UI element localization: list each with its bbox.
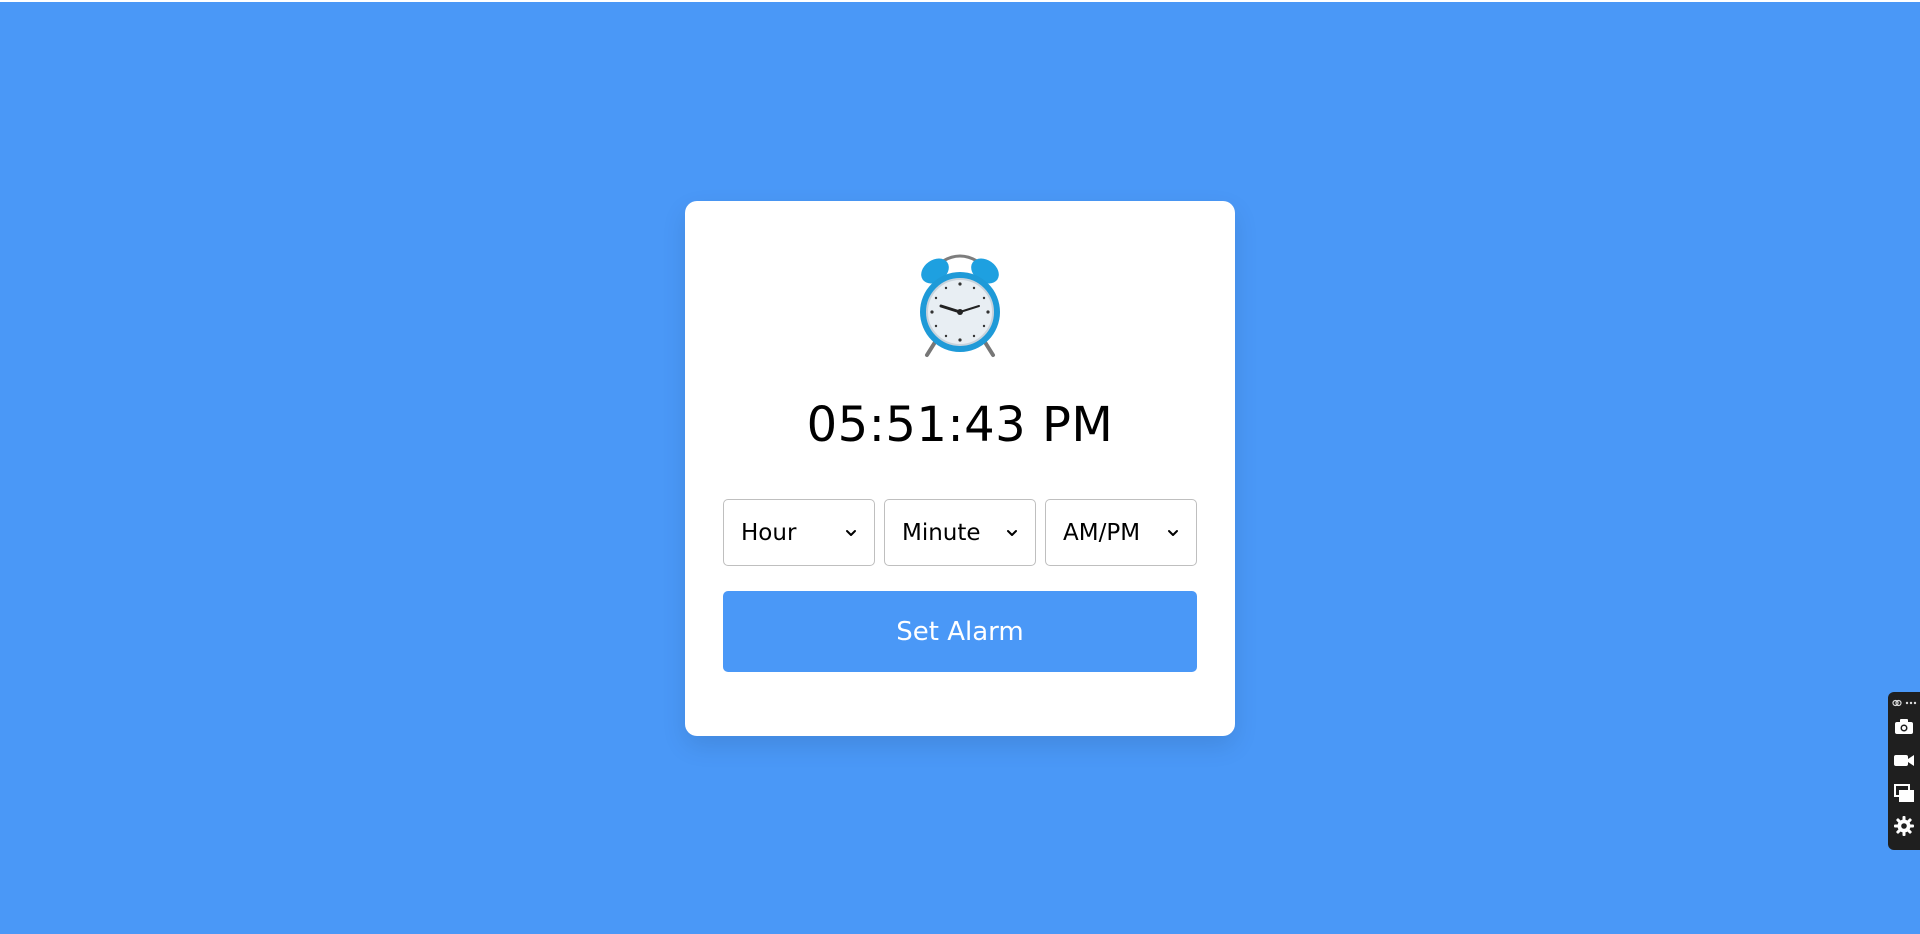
alarm-time-selects: Hour Minute AM/PM xyxy=(723,499,1197,566)
current-time: 05:51:43 PM xyxy=(806,397,1114,453)
hour-select-value: Hour xyxy=(741,519,797,546)
chevron-down-icon xyxy=(1007,529,1017,536)
windows-icon xyxy=(1894,783,1914,802)
windows-button[interactable] xyxy=(1888,776,1920,809)
minute-select-value: Minute xyxy=(902,519,981,546)
ampm-select[interactable]: AM/PM xyxy=(1045,499,1197,566)
set-alarm-button[interactable]: Set Alarm xyxy=(723,591,1197,672)
top-edge xyxy=(0,0,1920,2)
ampm-select-value: AM/PM xyxy=(1063,519,1141,546)
record-video-button[interactable] xyxy=(1888,743,1920,776)
alarm-clock-icon xyxy=(905,249,1015,359)
alarm-card: 05:51:43 PM Hour Minute AM/PM Set Alarm xyxy=(685,201,1235,736)
link-icon[interactable] xyxy=(1891,698,1902,708)
settings-button[interactable] xyxy=(1888,809,1920,842)
gear-icon xyxy=(1894,815,1914,836)
screenshot-button[interactable] xyxy=(1888,710,1920,743)
video-icon xyxy=(1894,754,1914,766)
chevron-down-icon xyxy=(1168,529,1178,536)
hour-select[interactable]: Hour xyxy=(723,499,875,566)
camera-icon xyxy=(1895,718,1913,734)
more-icon[interactable] xyxy=(1905,698,1917,708)
toolbar-header xyxy=(1888,696,1920,710)
chevron-down-icon xyxy=(846,529,856,536)
side-toolbar xyxy=(1888,692,1920,850)
minute-select[interactable]: Minute xyxy=(884,499,1036,566)
